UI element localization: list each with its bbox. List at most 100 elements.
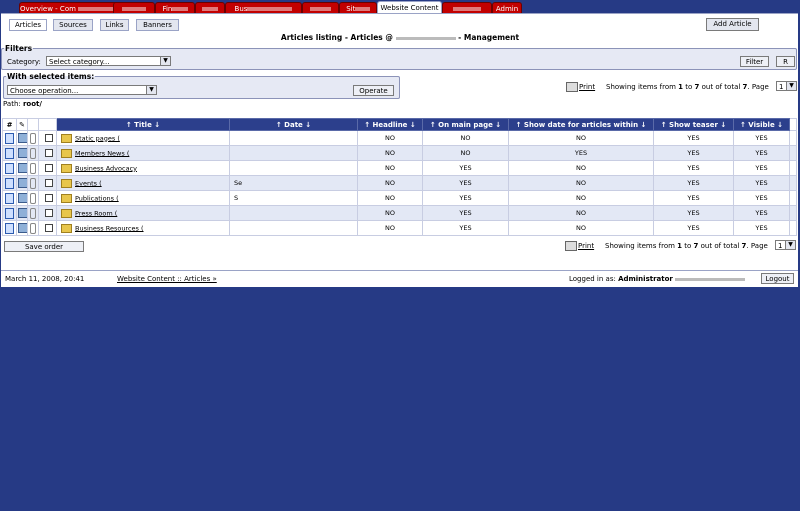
teaser-cell: YES <box>653 130 734 146</box>
row-checkbox[interactable] <box>44 164 53 172</box>
article-title-link[interactable]: Publications ( <box>75 194 119 202</box>
page-select[interactable]: 1 ▼ <box>776 81 797 91</box>
on-main-page-header[interactable]: ↑ On main page ↓ <box>422 118 509 131</box>
sort-order-header[interactable]: # <box>2 118 17 131</box>
footer-date: March 11, 2008, 20:41 <box>5 275 85 283</box>
table-row: Business Advocacy NO YES NO YES YES <box>2 160 797 176</box>
main-page-cell: YES <box>422 160 509 176</box>
folder-icon <box>61 163 72 173</box>
folder-icon <box>61 133 72 143</box>
article-title-link[interactable]: Business Advocacy <box>75 164 137 172</box>
main-page-cell: YES <box>422 190 509 206</box>
article-title-link[interactable]: Static pages ( <box>75 134 120 142</box>
table-row: Business Resources ( NO YES NO YES YES <box>2 220 797 236</box>
date-cell <box>229 130 358 146</box>
headline-cell: NO <box>357 130 423 146</box>
edit-icon[interactable] <box>18 178 27 188</box>
folder-icon <box>61 178 72 188</box>
attachment-icon[interactable] <box>30 132 36 144</box>
print-link[interactable]: Print <box>578 242 594 250</box>
sort-arrows-icon[interactable] <box>5 177 14 189</box>
date-header[interactable]: ↑ Date ↓ <box>229 118 358 131</box>
printer-icon[interactable] <box>566 82 578 92</box>
attachment-icon[interactable] <box>30 177 36 189</box>
article-title-link[interactable]: Members News ( <box>75 149 129 157</box>
chevron-down-icon: ▼ <box>146 86 156 94</box>
footer-breadcrumb[interactable]: Website Content :: Articles » <box>117 271 217 287</box>
visible-cell: YES <box>733 130 790 146</box>
subnav-articles[interactable]: Articles <box>9 19 47 31</box>
attachment-icon[interactable] <box>30 192 36 204</box>
sort-arrows-icon[interactable] <box>5 132 14 144</box>
filter-button[interactable]: Filter <box>740 56 769 67</box>
visible-cell: YES <box>733 205 790 221</box>
show-date-cell: NO <box>508 205 654 221</box>
sort-arrows-icon[interactable] <box>5 222 14 234</box>
print-link[interactable]: Print <box>579 83 595 91</box>
row-checkbox[interactable] <box>44 149 53 157</box>
teaser-cell: YES <box>653 190 734 206</box>
sort-arrows-icon[interactable] <box>5 147 14 159</box>
visible-header[interactable]: ↑ Visible ↓ <box>733 118 790 131</box>
operate-button[interactable]: Operate <box>353 85 394 96</box>
page-select[interactable]: 1 ▼ <box>775 240 796 250</box>
category-select[interactable]: Select category... ▼ <box>46 56 171 66</box>
row-checkbox[interactable] <box>44 179 53 187</box>
row-checkbox[interactable] <box>44 134 53 142</box>
attachment-icon[interactable] <box>30 222 36 234</box>
filters-legend: Filters <box>5 44 33 53</box>
add-article-button[interactable]: Add Article <box>706 18 759 31</box>
edit-icon[interactable] <box>18 133 27 143</box>
page-title: Articles listing - Articles @ - Manageme… <box>280 33 520 42</box>
article-title-link[interactable]: Business Resources ( <box>75 224 144 232</box>
teaser-cell: YES <box>653 145 734 161</box>
reset-button[interactable]: R <box>776 56 795 67</box>
edit-icon[interactable] <box>18 148 27 158</box>
logged-in-info: Logged in as: Administrator <box>569 271 746 287</box>
teaser-cell: YES <box>653 205 734 221</box>
edit-icon[interactable] <box>18 208 27 218</box>
printer-icon[interactable] <box>565 241 577 251</box>
sort-arrows-icon[interactable] <box>5 192 14 204</box>
folder-icon <box>61 208 72 218</box>
sort-arrows-icon[interactable] <box>5 207 14 219</box>
row-checkbox[interactable] <box>44 209 53 217</box>
table-row: Members News ( NO NO YES YES YES <box>2 145 797 161</box>
article-title-link[interactable]: Events ( <box>75 179 102 187</box>
edit-icon[interactable] <box>18 223 27 233</box>
table-row: Static pages ( NO NO NO YES YES <box>2 130 797 146</box>
headline-cell: NO <box>357 220 423 236</box>
title-header[interactable]: ↑ Title ↓ <box>56 118 230 131</box>
row-checkbox[interactable] <box>44 224 53 232</box>
attachment-icon[interactable] <box>30 162 36 174</box>
attachment-icon[interactable] <box>30 147 36 159</box>
sort-arrows-icon[interactable] <box>5 162 14 174</box>
show-teaser-header[interactable]: ↑ Show teaser ↓ <box>653 118 734 131</box>
show-date-cell: NO <box>508 160 654 176</box>
subnav-banners[interactable]: Banners <box>136 19 179 31</box>
visible-cell: YES <box>733 175 790 191</box>
visible-cell: YES <box>733 145 790 161</box>
save-order-button[interactable]: Save order <box>4 241 84 252</box>
row-checkbox[interactable] <box>44 194 53 202</box>
headline-cell: NO <box>357 190 423 206</box>
table-row: Events ( Se NO YES NO YES YES <box>2 175 797 191</box>
table-row: Press Room ( NO YES NO YES YES <box>2 205 797 221</box>
headline-header[interactable]: ↑ Headline ↓ <box>357 118 423 131</box>
selected-items-legend: With selected items: <box>7 72 95 81</box>
date-cell <box>229 220 358 236</box>
show-date-header[interactable]: ↑ Show date for articles within ↓ <box>508 118 654 131</box>
chevron-down-icon: ▼ <box>785 241 795 249</box>
teaser-cell: YES <box>653 175 734 191</box>
attachment-icon[interactable] <box>30 207 36 219</box>
pagination-info: Showing items from 1 to 7 out of total 7… <box>606 83 769 91</box>
subnav-links[interactable]: Links <box>100 19 129 31</box>
logout-button[interactable]: Logout <box>761 273 794 284</box>
edit-icon[interactable] <box>18 163 27 173</box>
operation-select[interactable]: Choose operation... ▼ <box>7 85 157 95</box>
top-tab-bar: Overview - Com Fin Bus Sit Website Conte… <box>0 0 800 15</box>
subnav-sources[interactable]: Sources <box>53 19 93 31</box>
article-title-link[interactable]: Press Room ( <box>75 209 117 217</box>
folder-icon <box>61 193 72 203</box>
edit-icon[interactable] <box>18 193 27 203</box>
